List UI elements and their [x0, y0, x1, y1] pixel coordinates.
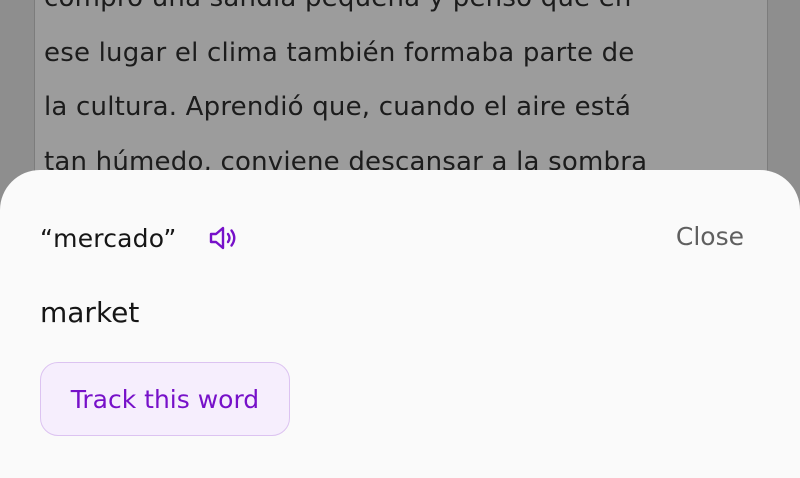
selected-word: “mercado”	[40, 223, 177, 253]
reader-text: compró una sandía pequeña y pensó que en…	[44, 0, 704, 189]
word-definition-sheet: “mercado” Close market Track this word	[0, 170, 800, 478]
speaker-icon[interactable]	[207, 222, 239, 254]
close-button[interactable]: Close	[676, 222, 744, 251]
reader-line: ese lugar el clima también formaba parte…	[44, 37, 635, 68]
reader-line: la cultura. Aprendió que, cuando el aire…	[44, 92, 632, 122]
translation: market	[40, 296, 140, 329]
track-word-button[interactable]: Track this word	[40, 362, 290, 436]
word-header: “mercado”	[40, 222, 239, 254]
reader-line: compró una sandía pequeña y pensó que en	[44, 0, 704, 26]
